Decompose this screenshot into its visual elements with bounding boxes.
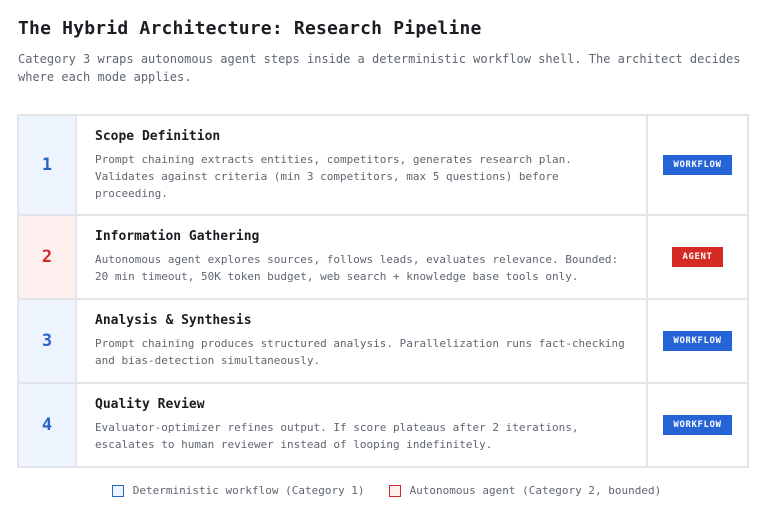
step-badge-cell: WORKFLOW: [648, 116, 747, 214]
page-title: The Hybrid Architecture: Research Pipeli…: [18, 18, 482, 39]
step-content: Scope Definition Prompt chaining extract…: [77, 116, 648, 214]
step-badge-cell: WORKFLOW: [648, 384, 747, 466]
step-number: 1: [19, 116, 77, 214]
legend-label: Deterministic workflow (Category 1): [132, 484, 365, 497]
step-number: 2: [19, 216, 77, 298]
agent-badge: AGENT: [672, 247, 723, 267]
step-badge-cell: WORKFLOW: [648, 300, 747, 382]
legend-item-agent: Autonomous agent (Category 2, bounded): [388, 484, 662, 497]
step-content: Analysis & Synthesis Prompt chaining pro…: [77, 300, 648, 382]
pipeline-step-4: 4 Quality Review Evaluator-optimizer ref…: [19, 384, 747, 466]
step-content: Information Gathering Autonomous agent e…: [77, 216, 648, 298]
legend-label: Autonomous agent (Category 2, bounded): [409, 484, 662, 497]
step-badge-cell: AGENT: [648, 216, 747, 298]
pipeline-step-3: 3 Analysis & Synthesis Prompt chaining p…: [19, 300, 747, 384]
step-content: Quality Review Evaluator-optimizer refin…: [77, 384, 648, 466]
step-description: Prompt chaining produces structured anal…: [95, 337, 625, 367]
legend: Deterministic workflow (Category 1) Auto…: [0, 484, 773, 497]
page-subtitle: Category 3 wraps autonomous agent steps …: [18, 52, 741, 84]
pipeline-table: 1 Scope Definition Prompt chaining extra…: [17, 114, 749, 468]
pipeline-step-1: 1 Scope Definition Prompt chaining extra…: [19, 116, 747, 216]
step-number: 3: [19, 300, 77, 382]
step-title: Analysis & Synthesis: [95, 313, 252, 328]
step-title: Scope Definition: [95, 129, 221, 144]
workflow-badge: WORKFLOW: [663, 331, 732, 351]
step-description: Prompt chaining extracts entities, compe…: [95, 153, 572, 200]
agent-swatch-icon: [388, 484, 401, 497]
step-number: 4: [19, 384, 77, 466]
legend-item-workflow: Deterministic workflow (Category 1): [111, 484, 365, 497]
pipeline-step-2: 2 Information Gathering Autonomous agent…: [19, 216, 747, 300]
step-title: Information Gathering: [95, 229, 260, 244]
step-title: Quality Review: [95, 397, 205, 412]
step-description: Evaluator-optimizer refines output. If s…: [95, 421, 579, 451]
step-description: Autonomous agent explores sources, follo…: [95, 253, 619, 283]
workflow-badge: WORKFLOW: [663, 415, 732, 435]
workflow-swatch-icon: [111, 484, 124, 497]
workflow-badge: WORKFLOW: [663, 155, 732, 175]
